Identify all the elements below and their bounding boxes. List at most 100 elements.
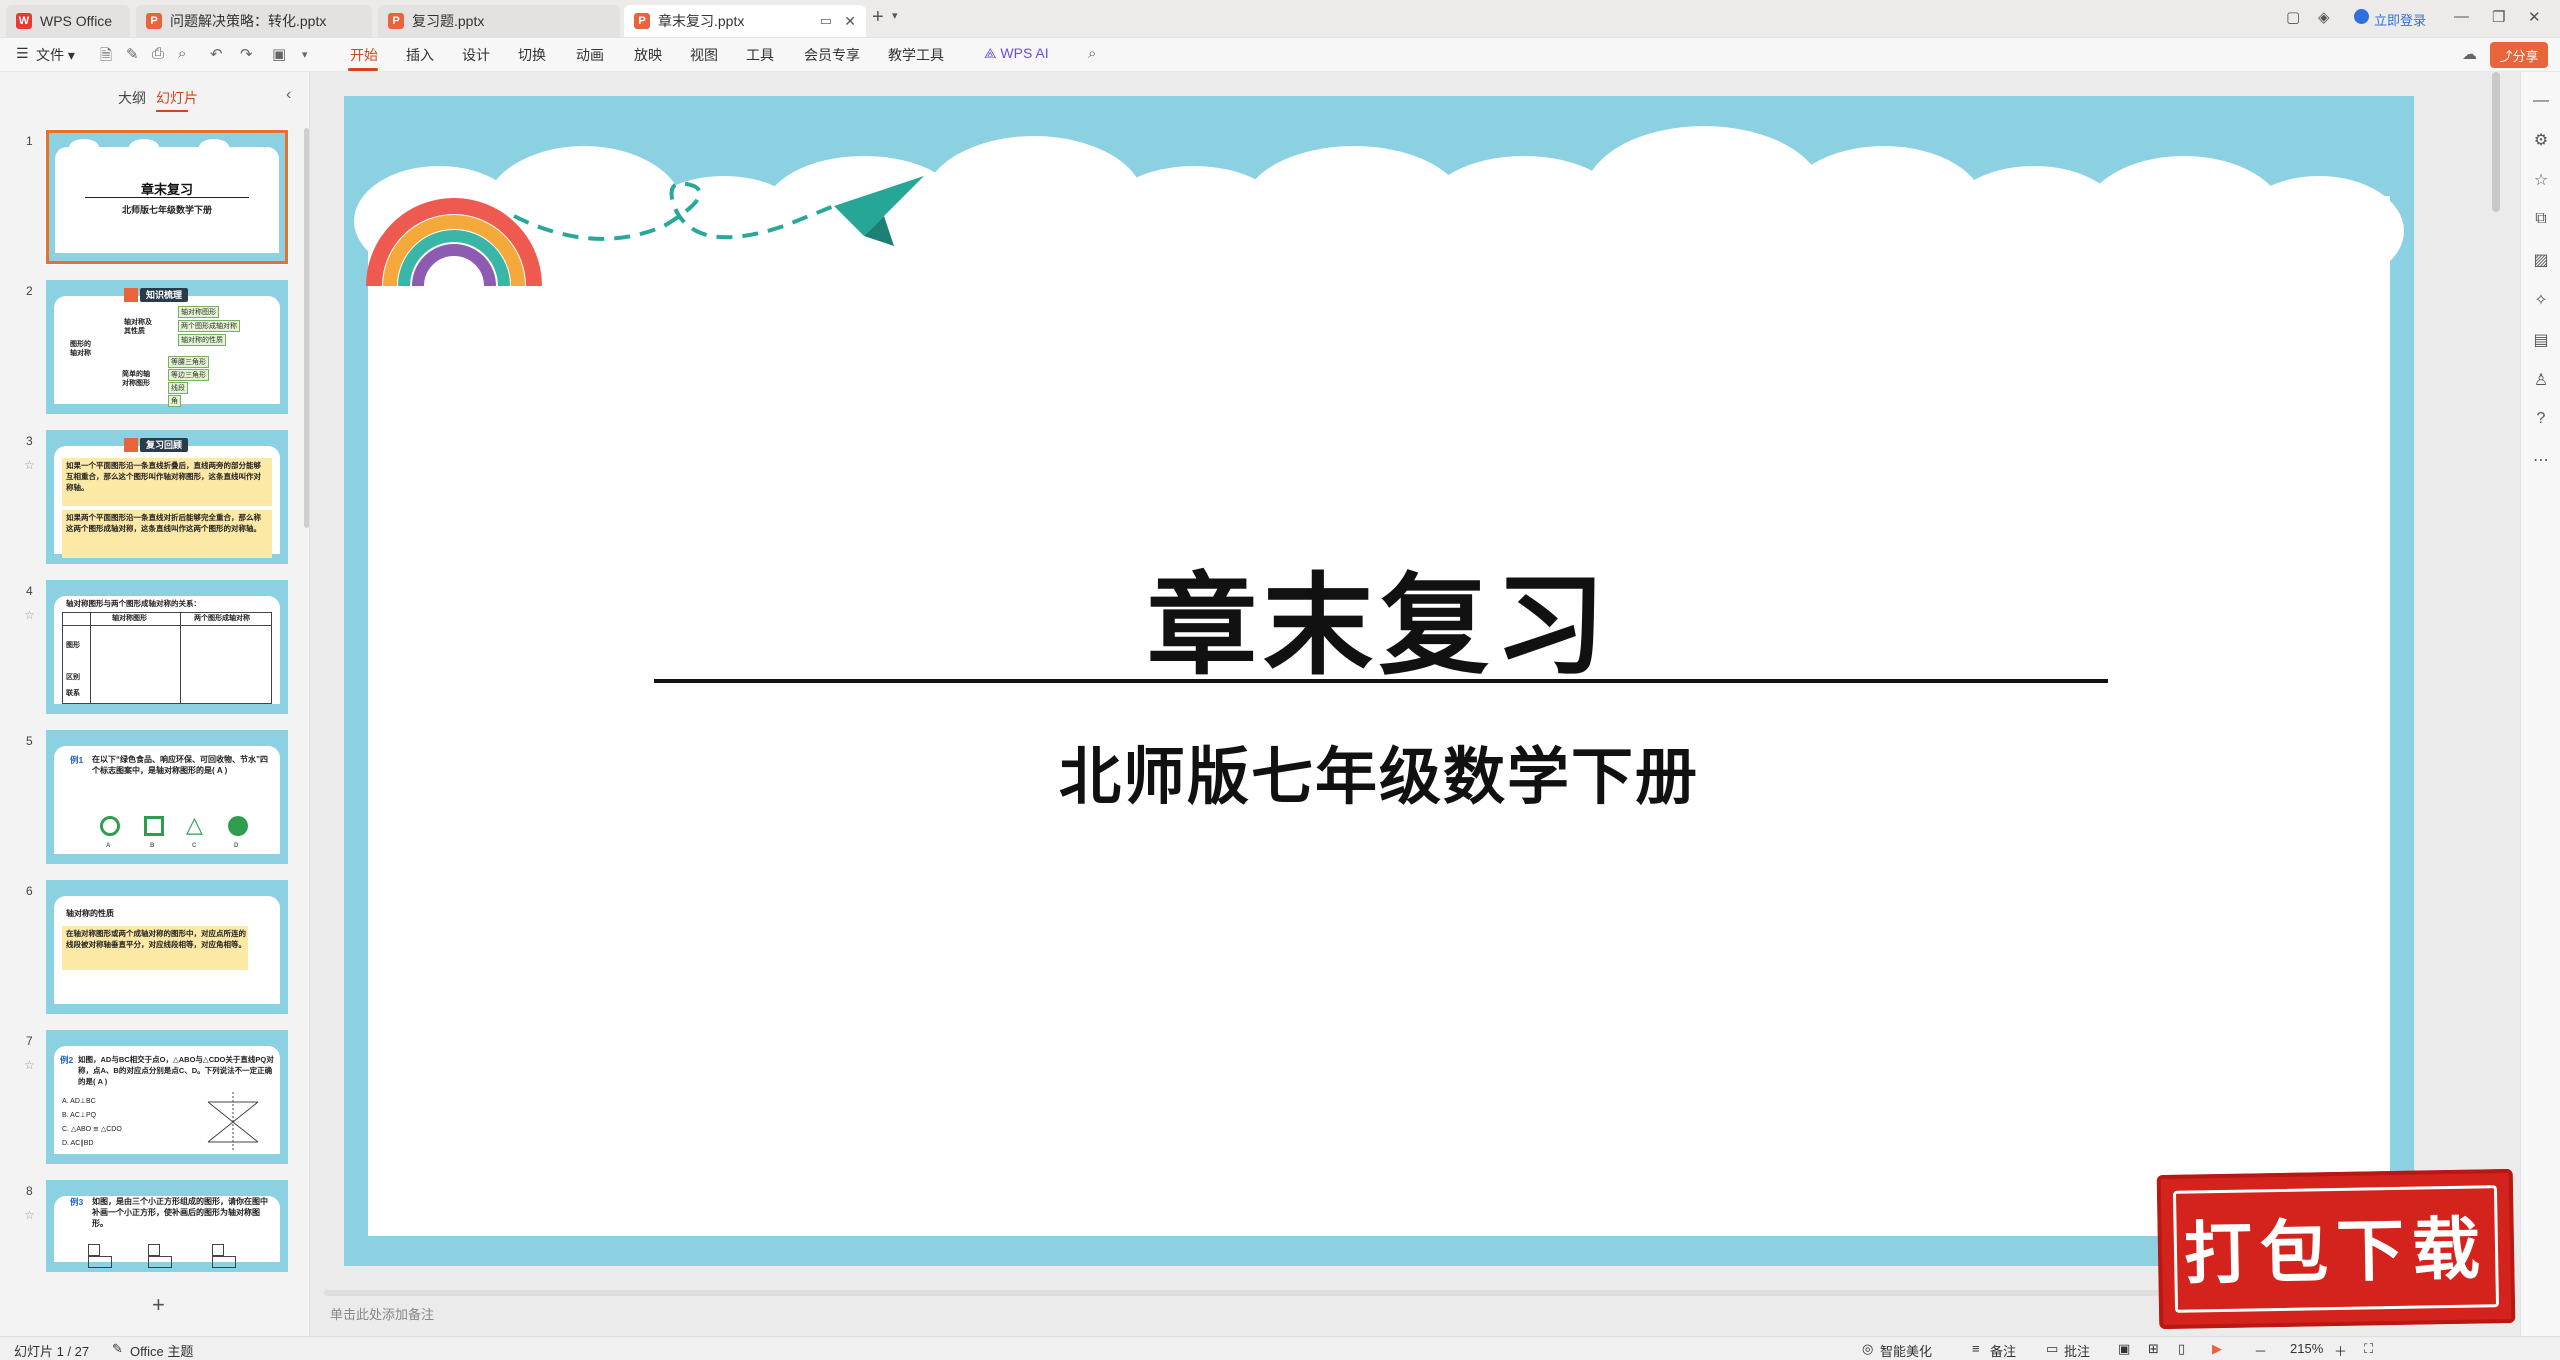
redo-icon[interactable]: ↷ xyxy=(240,45,253,63)
slide-counter: 幻灯片 1 / 27 xyxy=(14,1344,90,1359)
close-window-icon[interactable]: ✕ xyxy=(2528,8,2541,26)
beautify-icon[interactable]: ◎ xyxy=(1862,1341,1873,1357)
share-button[interactable]: ⤴ 分享 xyxy=(2490,42,2548,68)
notes-icon[interactable]: ≡ xyxy=(1972,1341,1980,1356)
star-icon[interactable]: ☆ xyxy=(2521,170,2560,190)
slide-thumbnail-1[interactable]: 章末复习 北师版七年级数学下册 xyxy=(45,129,289,265)
menu-member[interactable]: 会员专享 xyxy=(804,45,860,65)
undo-icon[interactable]: ↶ xyxy=(210,45,223,63)
help-icon[interactable]: ? xyxy=(2521,410,2560,428)
slide-thumbnail-4[interactable]: 轴对称图形与两个图形成轴对称的关系： 轴对称图形 两个图形成轴对称 图形 区别 … xyxy=(46,580,288,714)
slide-thumbnail-3[interactable]: 复习回顾 如果一个平面图形沿一条直线折叠后，直线两旁的部分能够互相重合，那么这个… xyxy=(46,430,288,564)
menu-transition[interactable]: 切换 xyxy=(518,45,546,65)
new-tab-button[interactable]: + xyxy=(872,6,884,29)
tab-label: 复习题.pptx xyxy=(412,13,485,29)
more-icon[interactable]: ⋯ xyxy=(2521,450,2560,470)
wps-ai-button[interactable]: ⟁ WPS AI xyxy=(984,45,1049,62)
comments-button[interactable]: 批注 xyxy=(2064,1341,2090,1360)
monitor-icon[interactable]: ▭ xyxy=(820,13,832,29)
preview-icon[interactable]: ⌕ xyxy=(178,45,186,62)
star-icon[interactable]: ☆ xyxy=(24,1208,35,1222)
panel-scrollbar[interactable] xyxy=(304,128,309,528)
star-icon[interactable]: ☆ xyxy=(24,1058,35,1072)
menu-design[interactable]: 设计 xyxy=(462,45,490,65)
login-link[interactable]: 立即登录 xyxy=(2374,10,2426,29)
slide-subtitle[interactable]: 北师版七年级数学下册 xyxy=(344,726,2414,816)
slide-thumbnail-8[interactable]: 例3 如图，是由三个小正方形组成的图形，请你在图中补画一个小正方形，使补画后的图… xyxy=(46,1180,288,1272)
file-menu[interactable]: 文件 ▾ xyxy=(36,45,75,65)
thumb-paragraph: 如果一个平面图形沿一条直线折叠后，直线两旁的部分能够互相重合，那么这个图形叫作轴… xyxy=(66,461,261,492)
collapse-panel-icon[interactable]: ‹ xyxy=(286,86,291,104)
option-label: C xyxy=(192,843,197,849)
tab-document-active[interactable]: P 章末复习.pptx ▭ ✕ xyxy=(624,5,866,37)
smart-beautify-button[interactable]: 智能美化 xyxy=(1880,1341,1932,1360)
menu-view[interactable]: 视图 xyxy=(690,45,718,65)
normal-view-icon[interactable]: ▣ xyxy=(2118,1341,2130,1357)
hamburger-icon[interactable]: ☰ xyxy=(16,45,29,62)
menu-teaching-tools[interactable]: 教学工具 xyxy=(888,45,944,65)
menu-tools[interactable]: 工具 xyxy=(746,45,774,65)
notes-button[interactable]: 备注 xyxy=(1990,1341,2016,1360)
chevron-down-icon[interactable]: ▾ xyxy=(892,9,898,22)
menu-home[interactable]: 开始 xyxy=(350,45,378,65)
window-layout-icon[interactable]: ▢ xyxy=(2286,8,2300,26)
mindmap-node: 简单的轴对称图形 xyxy=(122,371,150,387)
shirt-icon[interactable]: ♙ xyxy=(2521,370,2560,390)
mindmap-node: 轴对称及其性质 xyxy=(124,319,152,335)
theme-icon[interactable]: ✎ xyxy=(112,1341,123,1357)
tab-outline[interactable]: 大纲 xyxy=(118,88,146,108)
comment-icon[interactable]: ▭ xyxy=(2046,1341,2058,1357)
zoom-out-icon[interactable]: － xyxy=(2254,1341,2267,1360)
slide-thumbnail-5[interactable]: 例1 在以下“绿色食品、响应环保、可回收物、节水”四个标志图案中，是轴对称图形的… xyxy=(46,730,288,864)
square-figure xyxy=(88,1244,100,1256)
more-quick-icon[interactable]: ▾ xyxy=(302,48,308,61)
zoom-level[interactable]: 215% xyxy=(2290,1341,2323,1356)
book-icon[interactable]: ▤ xyxy=(2521,330,2560,350)
zoom-in-icon[interactable]: ＋ xyxy=(2334,1341,2347,1360)
save-icon[interactable]: 🗎 xyxy=(100,45,112,70)
print-icon[interactable]: ⎙ xyxy=(152,45,164,62)
active-menu-underline xyxy=(348,68,378,71)
notes-placeholder[interactable]: 单击此处添加备注 xyxy=(330,1304,434,1323)
fit-window-icon[interactable]: ⛶ xyxy=(2364,1341,2373,1357)
copy-icon[interactable]: ⧉ xyxy=(2521,210,2560,228)
download-package-stamp[interactable]: 打包下载 xyxy=(2156,1168,2516,1330)
tab-document-1[interactable]: P 问题解决策略：转化.pptx xyxy=(136,5,372,37)
menu-insert[interactable]: 插入 xyxy=(406,45,434,65)
collapse-bar-icon[interactable]: — xyxy=(2521,92,2560,110)
minimize-icon[interactable]: — xyxy=(2454,8,2469,25)
theme-name[interactable]: Office 主题 xyxy=(130,1341,193,1360)
search-icon[interactable]: ⌕ xyxy=(1088,45,1096,62)
menu-slideshow[interactable]: 放映 xyxy=(634,45,662,65)
thumb-title: 轴对称的性质 xyxy=(66,909,114,918)
play-icon[interactable]: ▶ xyxy=(2212,1341,2222,1357)
format-painter-icon[interactable]: ▣ xyxy=(272,45,286,63)
sliders-icon[interactable]: ⚙ xyxy=(2521,130,2560,150)
cloud-icon[interactable]: ☁ xyxy=(2462,45,2477,63)
thumb-question: 如图，AD与BC相交于点O，△ABO与△CDO关于直线PQ对称，点A、B的对应点… xyxy=(78,1055,274,1086)
cube-icon[interactable]: ◈ xyxy=(2318,8,2330,26)
tab-wps-office[interactable]: W WPS Office xyxy=(6,5,130,37)
tab-document-2[interactable]: P 复习题.pptx xyxy=(378,5,620,37)
tab-slides[interactable]: 幻灯片 xyxy=(156,88,198,108)
header-mark xyxy=(124,438,138,452)
image-edit-icon[interactable]: ▨ xyxy=(2521,250,2560,270)
restore-icon[interactable]: ❐ xyxy=(2492,8,2505,26)
example-label: 例3 xyxy=(70,1197,84,1207)
edit-icon[interactable]: ✎ xyxy=(126,45,139,63)
star-icon[interactable]: ☆ xyxy=(24,608,35,622)
reading-view-icon[interactable]: ▯ xyxy=(2178,1341,2185,1357)
slide-thumbnail-2[interactable]: 知识梳理 图形的轴对称 轴对称及其性质 简单的轴对称图形 轴对称图形 两个图形成… xyxy=(46,280,288,414)
add-slide-button[interactable]: + xyxy=(152,1292,165,1318)
slide-canvas[interactable]: 章末复习 北师版七年级数学下册 xyxy=(344,96,2414,1266)
magic-wand-icon[interactable]: ✧ xyxy=(2521,290,2560,310)
slide-thumbnail-6[interactable]: 轴对称的性质 在轴对称图形或两个成轴对称的图形中，对应点所连的线段被对称轴垂直平… xyxy=(46,880,288,1014)
avatar-icon[interactable] xyxy=(2354,9,2369,24)
vertical-scrollbar[interactable] xyxy=(2492,72,2500,212)
close-tab-icon[interactable]: ✕ xyxy=(844,13,856,30)
menu-animation[interactable]: 动画 xyxy=(576,45,604,65)
slide-thumbnail-7[interactable]: 例2 如图，AD与BC相交于点O，△ABO与△CDO关于直线PQ对称，点A、B的… xyxy=(46,1030,288,1164)
slide-title[interactable]: 章末复习 xyxy=(344,536,2414,696)
sorter-view-icon[interactable]: ⊞ xyxy=(2148,1341,2159,1357)
star-icon[interactable]: ☆ xyxy=(24,458,35,472)
